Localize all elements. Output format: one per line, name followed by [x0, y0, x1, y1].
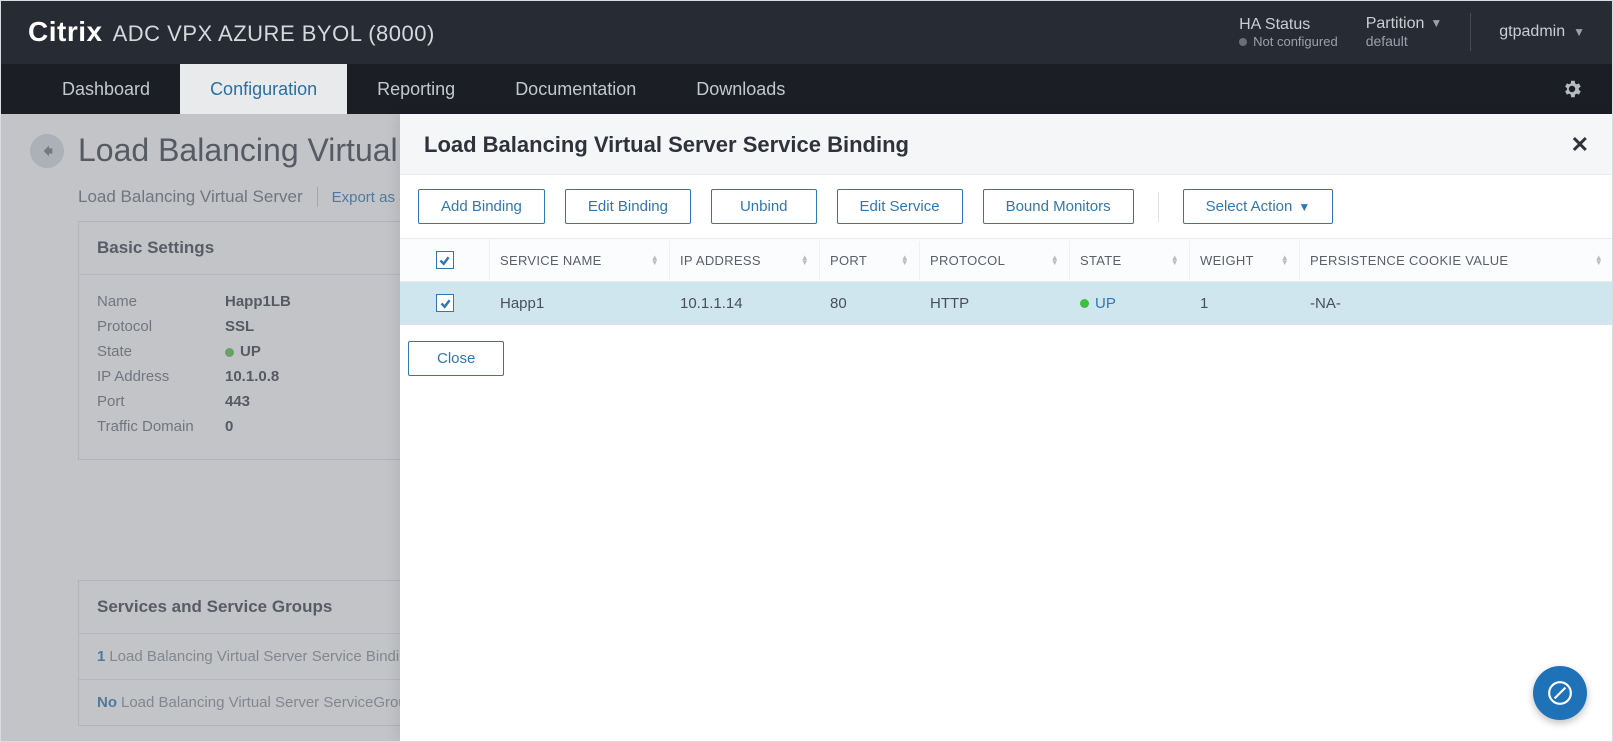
select-action-button[interactable]: Select Action ▼ — [1183, 189, 1334, 224]
col-protocol[interactable]: PROTOCOL▲▼ — [920, 241, 1070, 280]
col-ip-address[interactable]: IP ADDRESS▲▼ — [670, 241, 820, 280]
kv-state-label: State — [97, 343, 207, 360]
brand-main: Citrix — [28, 16, 103, 48]
nav-documentation[interactable]: Documentation — [485, 64, 666, 114]
chevron-down-icon: ▼ — [1430, 16, 1442, 30]
sort-icon: ▲▼ — [801, 255, 809, 265]
help-fab[interactable] — [1533, 666, 1587, 720]
modal-close-button[interactable]: ✕ — [1571, 132, 1589, 158]
col-weight[interactable]: WEIGHT▲▼ — [1190, 241, 1300, 280]
kv-td-value: 0 — [225, 418, 233, 435]
table-row[interactable]: Happ1 10.1.1.14 80 HTTP UP 1 -NA- — [400, 282, 1613, 325]
col-state[interactable]: STATE▲▼ — [1070, 241, 1190, 280]
ha-status-value: Not configured — [1253, 34, 1338, 50]
user-name: gtpadmin — [1499, 23, 1565, 41]
kv-td-label: Traffic Domain — [97, 418, 207, 435]
nav-configuration[interactable]: Configuration — [180, 64, 347, 114]
kv-port-label: Port — [97, 393, 207, 410]
unbind-button[interactable]: Unbind — [711, 189, 817, 224]
cell-service-name: Happ1 — [490, 283, 670, 324]
col-port[interactable]: PORT▲▼ — [820, 241, 920, 280]
chevron-down-icon: ▼ — [1573, 25, 1585, 39]
select-all-checkbox[interactable] — [436, 251, 454, 269]
brand-sub: ADC VPX AZURE BYOL (8000) — [113, 21, 435, 47]
add-binding-button[interactable]: Add Binding — [418, 189, 545, 224]
bound-monitors-button[interactable]: Bound Monitors — [983, 189, 1134, 224]
service-binding-modal: Load Balancing Virtual Server Service Bi… — [400, 114, 1613, 742]
col-persistence-cookie[interactable]: PERSISTENCE COOKIE VALUE▲▼ — [1300, 241, 1613, 280]
compass-icon — [1547, 680, 1573, 706]
ha-status: HA Status Not configured — [1239, 15, 1338, 50]
edit-binding-button[interactable]: Edit Binding — [565, 189, 691, 224]
gear-icon — [1561, 78, 1583, 100]
row-checkbox[interactable] — [436, 294, 454, 312]
sort-icon: ▲▼ — [1051, 255, 1059, 265]
kv-name-value: Happ1LB — [225, 293, 291, 310]
settings-button[interactable] — [1531, 64, 1613, 114]
breadcrumb: Load Balancing Virtual Server — [78, 187, 303, 207]
edit-service-button[interactable]: Edit Service — [837, 189, 963, 224]
kv-port-value: 443 — [225, 393, 250, 410]
nav-downloads[interactable]: Downloads — [666, 64, 815, 114]
cell-weight: 1 — [1190, 283, 1300, 324]
cell-protocol: HTTP — [920, 283, 1070, 324]
partition-label: Partition — [1366, 14, 1425, 33]
nav-bar: Dashboard Configuration Reporting Docume… — [0, 64, 1613, 114]
nav-reporting[interactable]: Reporting — [347, 64, 485, 114]
modal-title: Load Balancing Virtual Server Service Bi… — [424, 132, 909, 158]
back-button[interactable] — [30, 134, 64, 168]
select-action-label: Select Action — [1206, 198, 1293, 215]
sort-icon: ▲▼ — [901, 255, 909, 265]
cell-port: 80 — [820, 283, 920, 324]
divider — [317, 187, 318, 207]
sort-icon: ▲▼ — [651, 255, 659, 265]
cell-persistence-cookie: -NA- — [1300, 283, 1613, 324]
table-header: SERVICE NAME▲▼ IP ADDRESS▲▼ PORT▲▼ PROTO… — [400, 239, 1613, 282]
ha-status-dot-icon — [1239, 38, 1247, 46]
cell-state: UP — [1095, 295, 1116, 312]
kv-name-label: Name — [97, 293, 207, 310]
close-icon: ✕ — [1571, 132, 1589, 157]
ha-status-label: HA Status — [1239, 15, 1338, 34]
arrow-left-icon — [39, 143, 55, 159]
status-up-icon — [1080, 299, 1089, 308]
sort-icon: ▲▼ — [1281, 255, 1289, 265]
bindings-table: SERVICE NAME▲▼ IP ADDRESS▲▼ PORT▲▼ PROTO… — [400, 238, 1613, 325]
divider — [1158, 192, 1159, 222]
nav-dashboard[interactable]: Dashboard — [32, 64, 180, 114]
kv-ip-value: 10.1.0.8 — [225, 368, 279, 385]
cell-ip: 10.1.1.14 — [670, 283, 820, 324]
modal-toolbar: Add Binding Edit Binding Unbind Edit Ser… — [400, 175, 1613, 238]
kv-ip-label: IP Address — [97, 368, 207, 385]
close-button[interactable]: Close — [408, 341, 504, 376]
chevron-down-icon: ▼ — [1298, 200, 1310, 214]
partition-value: default — [1366, 33, 1443, 50]
kv-protocol-value: SSL — [225, 318, 254, 335]
status-up-icon — [225, 348, 234, 357]
user-menu[interactable]: gtpadmin ▼ — [1499, 23, 1593, 41]
partition-selector[interactable]: Partition ▼ default — [1366, 14, 1443, 50]
col-checkbox-header[interactable] — [400, 239, 490, 281]
col-service-name[interactable]: SERVICE NAME▲▼ — [490, 241, 670, 280]
kv-protocol-label: Protocol — [97, 318, 207, 335]
sort-icon: ▲▼ — [1595, 255, 1603, 265]
top-bar: Citrix ADC VPX AZURE BYOL (8000) HA Stat… — [0, 0, 1613, 64]
sort-icon: ▲▼ — [1171, 255, 1179, 265]
kv-state-value: UP — [240, 343, 261, 360]
brand: Citrix ADC VPX AZURE BYOL (8000) — [28, 16, 435, 48]
divider — [1470, 13, 1471, 51]
